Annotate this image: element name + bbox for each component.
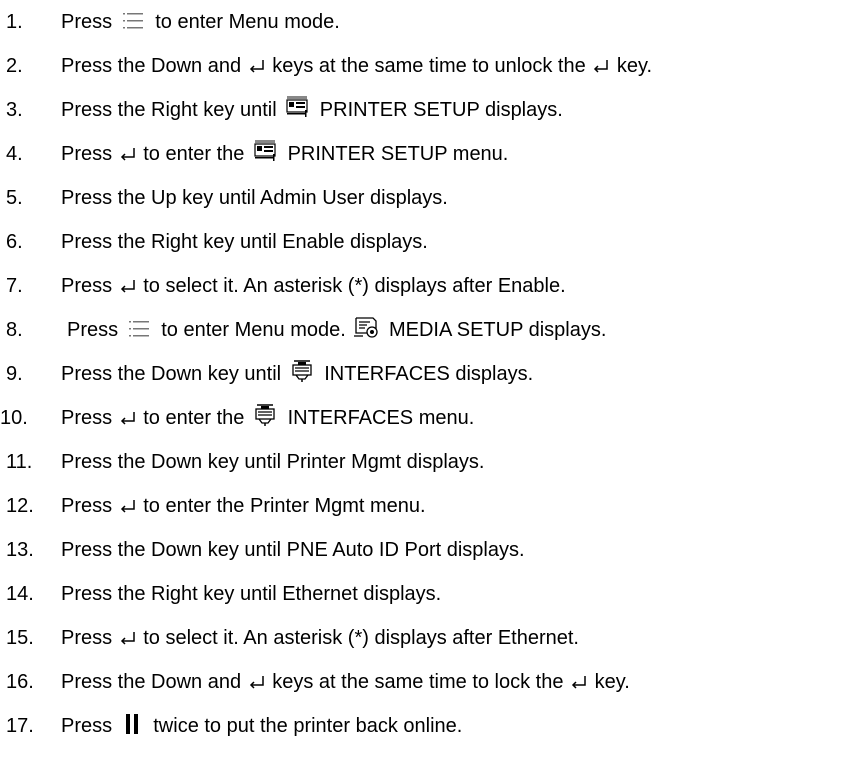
step-number: 9.: [6, 363, 23, 385]
step-text-part: Press the Down key until PNE Auto ID Por…: [61, 539, 525, 561]
step-text-part: to enter the: [143, 407, 245, 429]
step-text-part: Press: [61, 143, 113, 165]
step-number: 7.: [6, 275, 23, 297]
step-text: Press to enter Menu mode.: [67, 315, 606, 345]
instruction-steps: 1. Press to enter Menu mode. 2. Press th…: [0, 0, 842, 764]
step-text-part: key.: [616, 55, 653, 77]
step-text-part: Press the Right key until Enable display…: [61, 231, 428, 253]
step-text: Press to enter the Printer Mgmt menu.: [61, 491, 426, 521]
step-number: 5.: [6, 187, 23, 209]
step-text-part: Press the Down key until: [61, 363, 282, 385]
step-text: Press the Right key until Ethernet displ…: [61, 579, 441, 609]
step-text: Press the Down and keys at the same time…: [61, 51, 652, 81]
step-text-part: Press the Up key until Admin User displa…: [61, 187, 448, 209]
enter-key-icon: [120, 499, 136, 513]
step-text-part: PRINTER SETUP displays.: [319, 99, 563, 121]
step-text-part: Press: [61, 407, 113, 429]
step-number: 14.: [6, 583, 34, 605]
step-text-part: Press the Down key until Printer Mgmt di…: [61, 451, 485, 473]
enter-key-icon: [571, 675, 587, 689]
pause-icon: [124, 713, 140, 735]
printer-setup-icon: [286, 95, 310, 119]
step-text-part: keys at the same time to lock the: [272, 671, 564, 693]
step-text: Press the Up key until Admin User displa…: [61, 183, 448, 213]
step-text-part: Press: [61, 715, 113, 737]
step-text: Press to enter Menu mode.: [61, 7, 340, 37]
step-text: Press to select it. An asterisk (*) disp…: [61, 623, 579, 653]
step-text-part: MEDIA SETUP displays.: [388, 319, 607, 341]
step-text-part: to enter Menu mode.: [155, 11, 340, 33]
enter-key-icon: [593, 59, 609, 73]
step-number: 1.: [6, 11, 23, 33]
step-text-part: to enter the Printer Mgmt menu.: [143, 495, 426, 517]
step-text-part: key.: [594, 671, 630, 693]
step-text: Press twice to put the printer back onli…: [61, 711, 462, 741]
interfaces-icon: [291, 359, 313, 383]
step-text-part: keys at the same time to unlock the: [272, 55, 586, 77]
menu-icon: [122, 11, 144, 31]
step-text-part: Press: [61, 11, 113, 33]
step-text-part: twice to put the printer back online.: [153, 715, 463, 737]
step-number: 2.: [6, 55, 23, 77]
step-text-part: Press the Right key until Ethernet displ…: [61, 583, 442, 605]
printer-setup-icon: [254, 139, 278, 163]
step-text: Press to enter the INTERFACES menu.: [61, 403, 474, 433]
step-text: Press the Down and keys at the same time…: [61, 667, 630, 697]
media-setup-icon: [353, 315, 379, 339]
step-text-part: Press the Down and: [61, 55, 242, 77]
step-number: 11.: [6, 451, 33, 473]
step-number: 12.: [6, 495, 34, 517]
step-text: Press to select it. An asterisk (*) disp…: [61, 271, 566, 301]
step-text: Press to enter the PRINTER SETUP menu.: [61, 139, 508, 169]
menu-icon: [128, 319, 150, 339]
enter-key-icon: [120, 279, 136, 293]
step-text: Press the Down key until INTERFACES disp…: [61, 359, 533, 389]
step-text-part: Press the Right key until: [61, 99, 277, 121]
step-number: 15.: [6, 627, 34, 649]
step-number: 16.: [6, 671, 34, 693]
step-text-part: PRINTER SETUP menu.: [287, 143, 509, 165]
step-number: 10.: [0, 407, 28, 429]
step-text-part: to enter Menu mode.: [161, 319, 346, 341]
enter-key-icon: [120, 147, 136, 161]
step-text: Press the Right key until Enable display…: [61, 227, 428, 257]
step-text-part: Press: [61, 275, 113, 297]
interfaces-icon: [254, 403, 276, 427]
step-number: 6.: [6, 231, 23, 253]
step-text-part: Press the Down and: [61, 671, 242, 693]
step-number: 17.: [6, 715, 34, 737]
step-text-part: Press: [67, 319, 119, 341]
enter-key-icon: [249, 59, 265, 73]
step-number: 8.: [6, 319, 23, 341]
step-number: 4.: [6, 143, 23, 165]
step-text-part: INTERFACES menu.: [287, 407, 475, 429]
step-text-part: to select it. An asterisk (*) displays a…: [143, 275, 566, 297]
step-text: Press the Right key until PRINTER SETUP …: [61, 95, 563, 125]
step-text-part: Press: [61, 495, 113, 517]
step-text-part: to select it. An asterisk (*) displays a…: [143, 627, 579, 649]
enter-key-icon: [120, 411, 136, 425]
step-number: 13.: [6, 539, 34, 561]
enter-key-icon: [249, 675, 265, 689]
step-text-part: INTERFACES displays.: [324, 363, 534, 385]
step-number: 3.: [6, 99, 23, 121]
step-text: Press the Down key until PNE Auto ID Por…: [61, 535, 525, 565]
step-text-part: Press: [61, 627, 113, 649]
enter-key-icon: [120, 631, 136, 645]
step-text: Press the Down key until Printer Mgmt di…: [61, 447, 485, 477]
step-text-part: to enter the: [143, 143, 245, 165]
